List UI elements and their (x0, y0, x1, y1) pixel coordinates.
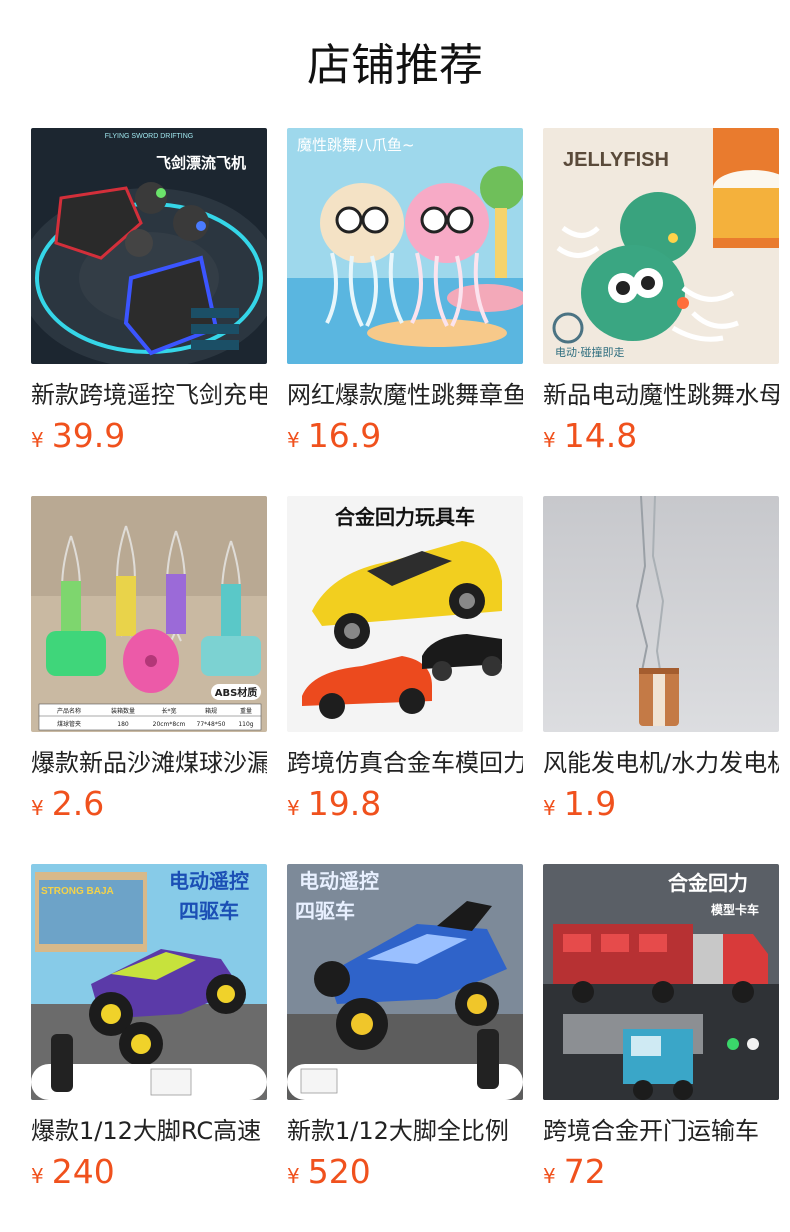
product-image[interactable]: FLYING SWORD DRIFTING 飞剑漂流飞机 (31, 128, 267, 364)
image-caption: 电动遥控 (299, 869, 379, 893)
image-caption: 合金回力玩具车 (335, 505, 475, 529)
image-caption: 煤球管夹 (57, 720, 81, 728)
price-amount: 72 (563, 1152, 606, 1191)
page-title: 店铺推荐 (307, 40, 483, 91)
price-amount: 16.9 (307, 416, 382, 455)
currency-symbol: ¥ (31, 1164, 44, 1188)
product-name[interactable]: 风能发电机/水力发电机 (543, 746, 779, 780)
price-amount: 39.9 (51, 416, 126, 455)
store-recommendations-page: 店铺推荐 FLYING SWORD DRIFTING 飞剑漂流飞机 新款跨境遥控… (0, 0, 790, 1232)
price-amount: 1.9 (563, 784, 617, 823)
image-caption: 77*48*50 (197, 721, 226, 728)
product-price: ¥39.9 (31, 416, 125, 456)
product-price: ¥520 (287, 1152, 371, 1192)
price-amount: 2.6 (51, 784, 105, 823)
product-price: ¥16.9 (287, 416, 381, 456)
product-price: ¥72 (543, 1152, 606, 1192)
currency-symbol: ¥ (543, 796, 556, 820)
price-amount: 240 (51, 1152, 115, 1191)
product-card[interactable]: STRONG BAJA 电动遥控 四驱车 爆款1/12大脚RC高速 ¥240 (31, 864, 267, 1194)
image-caption: 魔性跳舞八爪鱼~ (297, 136, 415, 154)
product-image[interactable] (543, 496, 779, 732)
product-name[interactable]: 爆款新品沙滩煤球沙漏 (31, 746, 267, 780)
product-image[interactable]: JELLYFISH 电动·碰撞即走 (543, 128, 779, 364)
image-caption: JELLYFISH (563, 149, 669, 171)
image-caption: 箱规 (205, 707, 217, 715)
price-amount: 19.8 (307, 784, 382, 823)
currency-symbol: ¥ (287, 1164, 300, 1188)
image-caption: 飞剑漂流飞机 (156, 154, 246, 172)
product-image[interactable]: 合金回力 模型卡车 (543, 864, 779, 1100)
image-caption: 重量 (240, 707, 252, 715)
image-caption: 合金回力 (668, 871, 748, 895)
currency-symbol: ¥ (287, 796, 300, 820)
product-card[interactable]: FLYING SWORD DRIFTING 飞剑漂流飞机 新款跨境遥控飞剑充电 … (31, 128, 267, 458)
image-caption: FLYING SWORD DRIFTING (105, 133, 194, 140)
product-image[interactable]: ABS材质 产品名称 装箱数量 长*宽 箱规 重量 煤球管夹 180 20cm*… (31, 496, 267, 732)
product-card[interactable]: JELLYFISH 电动·碰撞即走 新品电动魔性跳舞水母 ¥14.8 (543, 128, 779, 458)
image-caption: 产品名称 (57, 707, 81, 715)
product-card[interactable]: 合金回力 模型卡车 跨境合金开门运输车 ¥72 (543, 864, 779, 1194)
product-name[interactable]: 新款跨境遥控飞剑充电 (31, 378, 267, 412)
product-image[interactable]: 电动遥控 四驱车 (287, 864, 523, 1100)
image-caption: ABS材质 (215, 686, 258, 699)
product-price: ¥1.9 (543, 784, 616, 824)
product-name[interactable]: 网红爆款魔性跳舞章鱼 (287, 378, 523, 412)
product-name[interactable]: 爆款1/12大脚RC高速 (31, 1114, 267, 1148)
currency-symbol: ¥ (543, 1164, 556, 1188)
currency-symbol: ¥ (31, 796, 44, 820)
product-image[interactable]: STRONG BAJA 电动遥控 四驱车 (31, 864, 267, 1100)
product-image[interactable]: 魔性跳舞八爪鱼~ (287, 128, 523, 364)
image-caption: STRONG BAJA (41, 886, 114, 897)
product-image[interactable]: 合金回力玩具车 (287, 496, 523, 732)
product-price: ¥240 (31, 1152, 115, 1192)
currency-symbol: ¥ (31, 428, 44, 452)
image-caption: 装箱数量 (111, 707, 135, 715)
product-name[interactable]: 新品电动魔性跳舞水母 (543, 378, 779, 412)
product-card[interactable]: 风能发电机/水力发电机 ¥1.9 (543, 496, 779, 826)
product-card[interactable]: 合金回力玩具车 跨境仿真合金车模回力 ¥19.8 (287, 496, 523, 826)
image-caption: 110g (238, 721, 253, 728)
product-price: ¥14.8 (543, 416, 637, 456)
product-price: ¥19.8 (287, 784, 381, 824)
image-caption: 180 (117, 721, 129, 728)
image-caption: 电动遥控 (169, 869, 249, 893)
price-amount: 520 (307, 1152, 371, 1191)
currency-symbol: ¥ (287, 428, 300, 452)
product-card[interactable]: 魔性跳舞八爪鱼~ 网红爆款魔性跳舞章鱼 ¥16.9 (287, 128, 523, 458)
product-price: ¥2.6 (31, 784, 104, 824)
currency-symbol: ¥ (543, 428, 556, 452)
product-name[interactable]: 跨境合金开门运输车 (543, 1114, 779, 1148)
product-card[interactable]: 电动遥控 四驱车 新款1/12大脚全比例 ¥520 (287, 864, 523, 1194)
price-amount: 14.8 (563, 416, 638, 455)
image-caption: 长*宽 (161, 707, 176, 715)
product-name[interactable]: 跨境仿真合金车模回力 (287, 746, 523, 780)
image-caption: 四驱车 (295, 899, 355, 923)
product-card[interactable]: ABS材质 产品名称 装箱数量 长*宽 箱规 重量 煤球管夹 180 20cm*… (31, 496, 267, 826)
product-name[interactable]: 新款1/12大脚全比例 (287, 1114, 523, 1148)
image-caption: 模型卡车 (711, 902, 759, 917)
image-caption: 四驱车 (179, 899, 239, 923)
image-caption: 电动·碰撞即走 (555, 345, 625, 359)
image-caption: 20cm*8cm (153, 721, 186, 728)
